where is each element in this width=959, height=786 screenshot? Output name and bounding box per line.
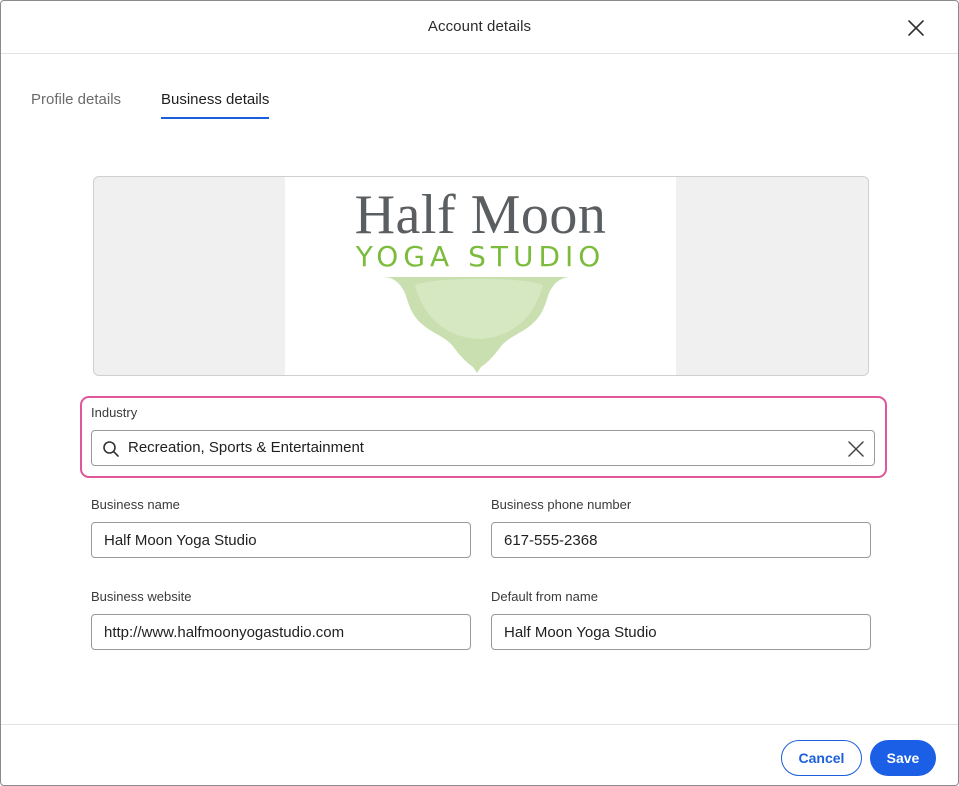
business-website-label: Business website bbox=[91, 589, 192, 604]
close-icon[interactable] bbox=[905, 17, 927, 39]
search-icon bbox=[103, 441, 119, 457]
logo-preview[interactable]: Half Moon YOGA STUDIO bbox=[93, 176, 869, 376]
logo-title: Half Moon bbox=[354, 184, 607, 246]
business-name-input[interactable]: Half Moon Yoga Studio bbox=[91, 522, 471, 558]
tab-business-details[interactable]: Business details bbox=[161, 91, 270, 119]
save-button[interactable]: Save bbox=[870, 740, 936, 776]
cancel-button[interactable]: Cancel bbox=[781, 740, 862, 776]
business-phone-input[interactable]: 617-555-2368 bbox=[491, 522, 871, 558]
default-from-name-input[interactable]: Half Moon Yoga Studio bbox=[491, 614, 871, 650]
account-details-dialog: Account details Profile details Business… bbox=[0, 0, 959, 786]
business-phone-label: Business phone number bbox=[491, 497, 632, 512]
logo-subtitle: YOGA STUDIO bbox=[355, 240, 606, 273]
dialog-title: Account details bbox=[427, 18, 532, 35]
business-name-label: Business name bbox=[91, 497, 180, 512]
lotus-icon bbox=[383, 277, 571, 373]
industry-label: Industry bbox=[91, 405, 138, 420]
business-website-input[interactable]: http://www.halfmoonyogastudio.com bbox=[91, 614, 471, 650]
dialog-header: Account details bbox=[1, 1, 958, 54]
logo-image: Half Moon YOGA STUDIO bbox=[285, 177, 676, 375]
tab-profile-details[interactable]: Profile details bbox=[31, 91, 121, 117]
industry-input[interactable]: Recreation, Sports & Entertainment bbox=[91, 430, 875, 466]
default-from-name-label: Default from name bbox=[491, 589, 598, 604]
clear-icon[interactable] bbox=[847, 440, 865, 458]
industry-value: Recreation, Sports & Entertainment bbox=[128, 439, 364, 456]
